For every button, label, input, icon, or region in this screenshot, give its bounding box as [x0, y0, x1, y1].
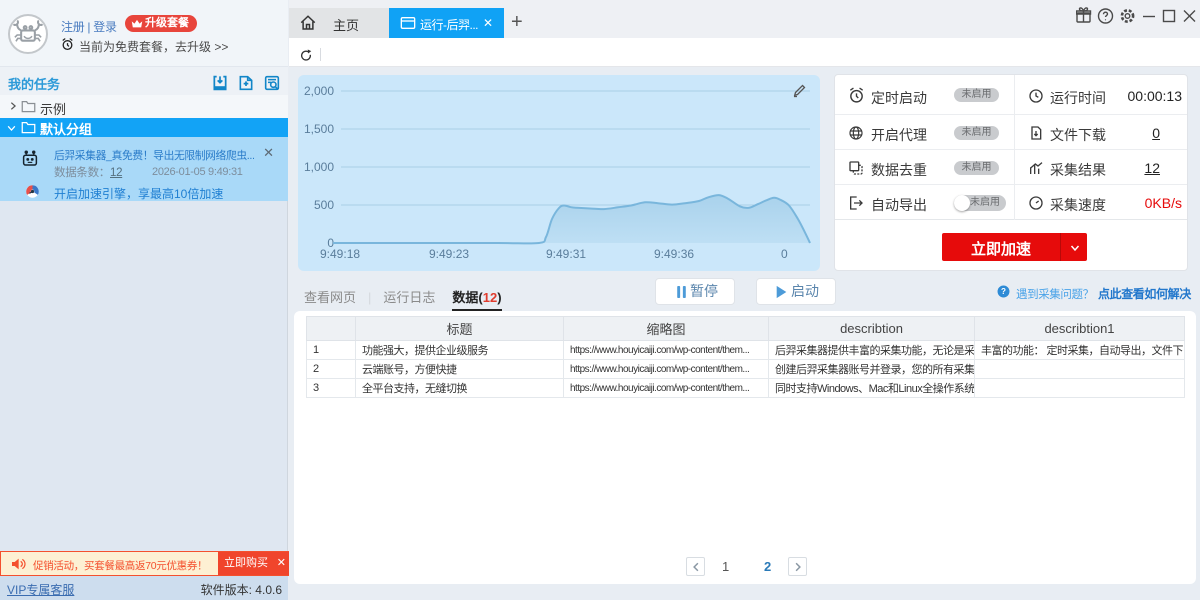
svg-text:?: ? [1001, 287, 1006, 296]
